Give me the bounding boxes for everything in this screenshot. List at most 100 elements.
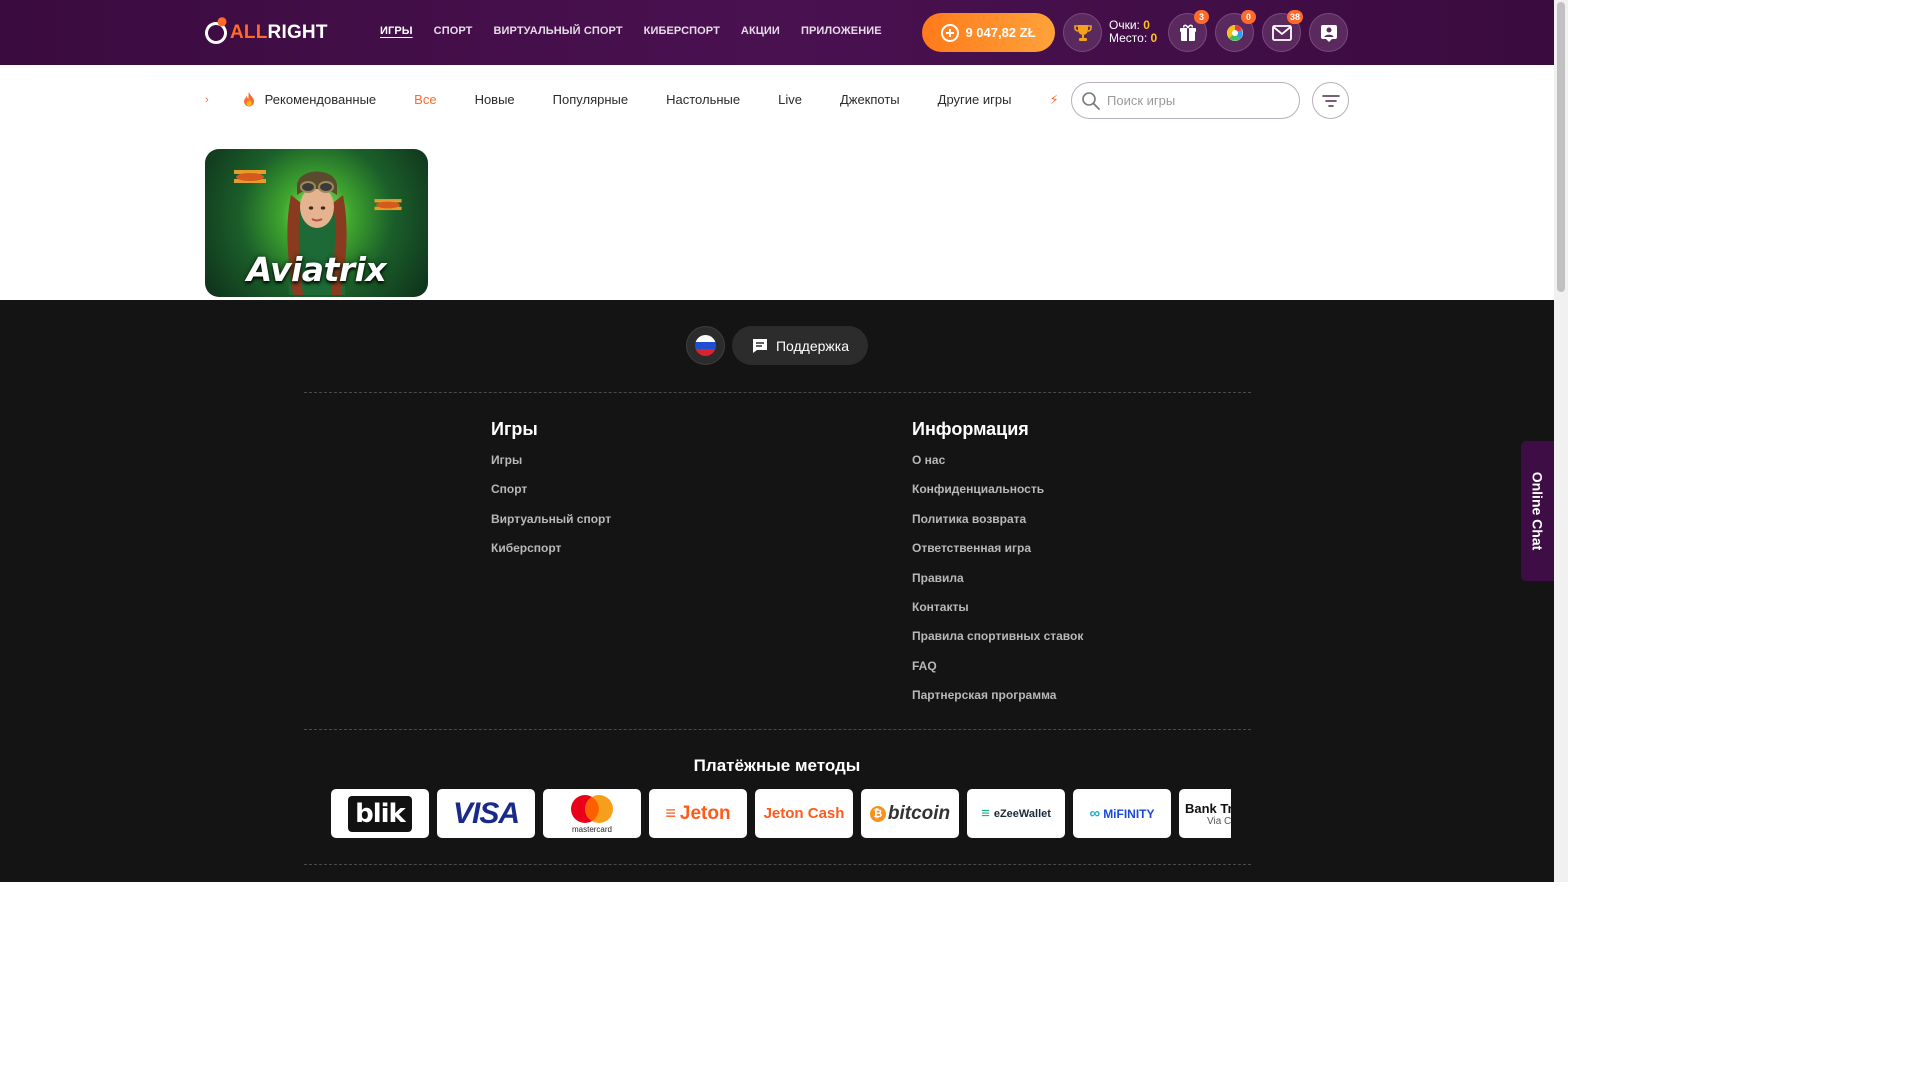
plus-icon	[941, 23, 960, 42]
plane-icon-2	[374, 199, 402, 211]
nav-app[interactable]: ПРИЛОЖЕНИЕ	[801, 25, 882, 37]
jeton-cash-logo: Jeton Cash	[763, 805, 845, 822]
chat-icon	[752, 338, 767, 353]
ezeewallet-logo: eZeeWallet	[993, 807, 1051, 820]
tab-jackpots[interactable]: Джекпоты	[840, 92, 900, 107]
game-search	[1071, 82, 1300, 119]
tab-recommended-label: Рекомендованные	[264, 92, 377, 107]
category-tabs: › Рекомендованные Все Новые Популярные Н…	[205, 91, 1057, 108]
payment-ezeewallet[interactable]: ≡ eZeeWallet	[967, 789, 1065, 838]
online-chat-tab[interactable]: Online Chat	[1521, 441, 1554, 581]
payment-jeton-cash[interactable]: Jeton Cash	[755, 789, 853, 838]
nav-games[interactable]: ИГРЫ	[380, 25, 413, 37]
more-categories-icon[interactable]: ⚡	[1049, 92, 1057, 108]
messages-button[interactable]: 38	[1262, 10, 1303, 52]
search-input[interactable]	[1107, 93, 1287, 108]
payment-methods-row: blik VISA mastercard ≡ Jeton Jeton Cash …	[331, 789, 1231, 838]
mastercard-label: mastercard	[571, 824, 612, 834]
footer-link-faq[interactable]: FAQ	[912, 659, 1083, 688]
support-button[interactable]: Поддержка	[732, 326, 868, 365]
bank-transfer-logo: Bank Tr	[1185, 800, 1231, 816]
game-tile-aviatrix[interactable]: Aviatrix	[205, 149, 428, 297]
footer-link-responsible-gaming[interactable]: Ответственная игра	[912, 541, 1083, 570]
jeton-icon: ≡	[665, 803, 676, 823]
nav-esports[interactable]: КИБЕРСПОРТ	[644, 25, 720, 37]
tournament-button[interactable]	[1063, 13, 1102, 52]
footer-divider-top	[304, 392, 1251, 393]
tab-recommended[interactable]: Рекомендованные	[241, 91, 376, 108]
gifts-badge: 3	[1194, 10, 1209, 24]
payment-visa[interactable]: VISA	[437, 789, 535, 838]
filter-button[interactable]	[1312, 82, 1349, 119]
payment-bank-transfer[interactable]: Bank Tr Via C	[1179, 789, 1231, 838]
tab-new[interactable]: Новые	[475, 92, 515, 107]
footer-link-sport[interactable]: Спорт	[491, 482, 611, 511]
mifinity-icon: ∞	[1089, 805, 1101, 822]
footer-link-refund[interactable]: Политика возврата	[912, 512, 1083, 541]
logo[interactable]: ALLRIGHT	[201, 18, 328, 48]
scroll-left-indicator[interactable]: ›	[205, 94, 209, 106]
language-selector[interactable]	[686, 326, 725, 365]
footer-link-rules[interactable]: Правила	[912, 571, 1083, 600]
wheel-badge: 0	[1241, 10, 1256, 24]
ezeewallet-icon: ≡	[981, 805, 990, 822]
header: ALLRIGHT ИГРЫ СПОРТ ВИРТУАЛЬНЫЙ СПОРТ КИ…	[0, 0, 1554, 65]
logo-text-right: RIGHT	[267, 22, 328, 43]
page: ALLRIGHT ИГРЫ СПОРТ ВИРТУАЛЬНЫЙ СПОРТ КИ…	[0, 0, 1568, 882]
payment-blik[interactable]: blik	[331, 789, 429, 838]
main-nav: ИГРЫ СПОРТ ВИРТУАЛЬНЫЙ СПОРТ КИБЕРСПОРТ …	[380, 25, 882, 37]
online-chat-label: Online Chat	[1529, 471, 1546, 551]
deposit-balance-button[interactable]: 9 047,82 ZŁ	[922, 13, 1055, 52]
nav-virtual-sport[interactable]: ВИРТУАЛЬНЫЙ СПОРТ	[493, 25, 622, 37]
payment-bitcoin[interactable]: ₿ bitcoin	[861, 789, 959, 838]
logo-text: ALLRIGHT	[230, 22, 328, 44]
trophy-icon	[1073, 24, 1092, 41]
footer-link-privacy[interactable]: Конфиденциальность	[912, 482, 1083, 511]
tab-live[interactable]: Live	[778, 92, 802, 107]
nav-promotions[interactable]: АКЦИИ	[741, 25, 780, 37]
flame-icon	[243, 92, 254, 107]
footer-link-virtual-sport[interactable]: Виртуальный спорт	[491, 512, 611, 541]
plane-icon	[234, 170, 266, 183]
payment-jeton[interactable]: ≡ Jeton	[649, 789, 747, 838]
points-value: 0	[1143, 18, 1150, 32]
footer-link-sports-betting-rules[interactable]: Правила спортивных ставок	[912, 629, 1083, 658]
footer-link-contacts[interactable]: Контакты	[912, 600, 1083, 629]
profile-button[interactable]	[1309, 13, 1348, 52]
filter-icon	[1321, 94, 1340, 107]
balance-amount: 9 047,82 ZŁ	[965, 25, 1036, 40]
points-label: Очки:	[1109, 18, 1140, 32]
blik-logo: blik	[348, 795, 412, 832]
page-scrollbar[interactable]	[1554, 0, 1568, 882]
payment-mifinity[interactable]: ∞ MiFINITY	[1073, 789, 1171, 838]
footer-info-title: Информация	[912, 419, 1029, 439]
footer-games-links: Игры Спорт Виртуальный спорт Киберспорт	[491, 453, 611, 571]
tab-table[interactable]: Настольные	[666, 92, 740, 107]
footer-link-games[interactable]: Игры	[491, 453, 611, 482]
payment-mastercard[interactable]: mastercard	[543, 789, 641, 838]
bitcoin-icon: ₿	[869, 805, 886, 822]
bitcoin-logo: bitcoin	[887, 802, 951, 824]
place-label: Место:	[1109, 31, 1148, 45]
tab-all[interactable]: Все	[414, 92, 436, 107]
nav-sport[interactable]: СПОРТ	[434, 25, 473, 37]
gift-icon	[1179, 24, 1196, 41]
footer-link-about[interactable]: О нас	[912, 453, 1083, 482]
footer-divider-bottom	[304, 864, 1251, 865]
scrollbar-thumb[interactable]	[1557, 2, 1565, 292]
wheel-button[interactable]: 0	[1215, 10, 1256, 52]
footer-link-esports[interactable]: Киберспорт	[491, 541, 611, 570]
russia-flag-icon	[695, 335, 716, 356]
logo-text-all: ALL	[230, 22, 268, 43]
profile-icon	[1320, 24, 1337, 42]
jeton-logo: Jeton	[679, 802, 731, 824]
mastercard-icon	[571, 794, 613, 823]
tab-popular[interactable]: Популярные	[553, 92, 628, 107]
footer-divider-middle	[304, 729, 1251, 730]
visa-logo: VISA	[452, 796, 520, 830]
place-value: 0	[1150, 31, 1158, 45]
gifts-button[interactable]: 3	[1168, 10, 1209, 52]
footer-link-affiliate[interactable]: Партнерская программа	[912, 688, 1083, 717]
search-icon	[1082, 91, 1100, 110]
tab-other-games[interactable]: Другие игры	[938, 92, 1012, 107]
